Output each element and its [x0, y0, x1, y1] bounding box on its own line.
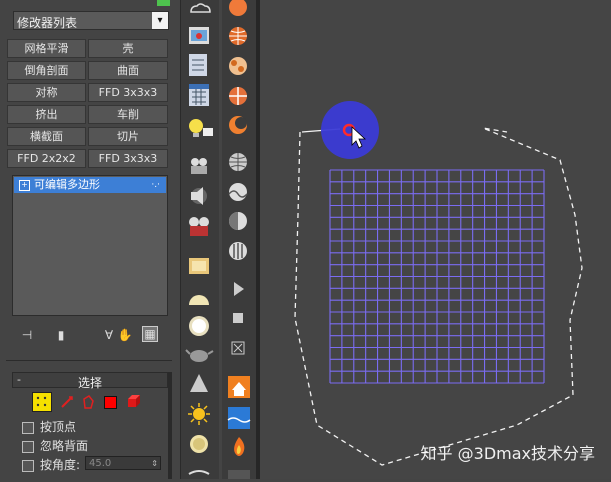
polygon-level-icon[interactable]	[104, 396, 117, 409]
checkbox-box[interactable]	[22, 440, 34, 453]
by-vertex-label: 按顶点	[40, 420, 77, 434]
lasso-selection-path	[294, 127, 583, 466]
modifier-button[interactable]: 切片	[88, 127, 168, 146]
watermark: 知乎 @3Dmax技术分享	[420, 444, 595, 463]
stop-icon[interactable]	[233, 313, 243, 323]
film-icon[interactable]	[189, 217, 209, 236]
teapot-icon[interactable]	[185, 349, 214, 362]
modifier-stack[interactable]: + 可编辑多边形 ·.·	[12, 175, 168, 316]
element-level-icon[interactable]	[124, 393, 142, 411]
globe-grey-icon[interactable]	[229, 153, 247, 171]
angle-spinner[interactable]: 45.0 ⇕	[85, 456, 161, 470]
dots-icon: ·.·	[151, 180, 160, 190]
modifier-button[interactable]: 车削	[88, 105, 168, 124]
angle-value: 45.0	[89, 458, 112, 469]
render-frame-icon[interactable]	[189, 27, 209, 44]
panel-divider	[6, 360, 172, 361]
by-angle-checkbox[interactable]: 按角度:	[22, 456, 80, 472]
vertex-level-icon[interactable]	[32, 392, 52, 412]
modifier-button[interactable]: 壳	[88, 39, 168, 58]
fire-icon[interactable]	[234, 437, 245, 456]
stack-tools: ⊣ ▮ ∀ ✋ ▦	[12, 322, 168, 350]
checkbox-box[interactable]	[22, 459, 34, 472]
modifier-button[interactable]: FFD 3x3x3	[88, 83, 168, 102]
modifier-button[interactable]: 挤出	[7, 105, 86, 124]
toolbar-create-icons	[185, 3, 214, 475]
wave-sphere-icon[interactable]	[228, 183, 248, 201]
light-bulb-icon[interactable]	[189, 119, 213, 137]
hemisphere-icon[interactable]	[189, 295, 209, 305]
half-sphere-icon[interactable]	[229, 212, 247, 230]
cloud-icon[interactable]	[190, 3, 211, 13]
modifier-list-label: 修改器列表	[17, 16, 78, 30]
modifier-button[interactable]: 横截面	[7, 127, 86, 146]
toolbar-materials-icons	[227, 0, 251, 479]
toolbar-materials	[222, 0, 256, 479]
partial-icon-2[interactable]	[228, 470, 250, 479]
configure-sets-icon[interactable]: ▦	[142, 326, 158, 342]
modifier-button[interactable]: 对称	[7, 83, 86, 102]
modifier-list-dropdown[interactable]: 修改器列表 ▾	[13, 11, 169, 30]
edge-level-icon[interactable]	[58, 393, 76, 411]
selection-rollout-header[interactable]: - 选择	[12, 372, 168, 390]
remove-modifier-icon[interactable]: ✋	[116, 326, 134, 344]
tile-sphere-icon[interactable]	[229, 87, 247, 105]
sphere-orange-icon[interactable]	[229, 0, 247, 16]
stack-item-editable-poly[interactable]: + 可编辑多边形 ·.·	[14, 177, 166, 193]
checkbox-box[interactable]	[22, 421, 34, 434]
modifier-button[interactable]: FFD 3x3x3	[88, 149, 168, 168]
by-angle-label: 按角度:	[40, 458, 81, 472]
modifier-button[interactable]: 倒角剖面	[7, 61, 86, 80]
spinner-arrows-icon[interactable]: ⇕	[151, 457, 158, 471]
bars-sphere-icon[interactable]	[229, 242, 247, 260]
modifier-button[interactable]: FFD 2x2x2	[7, 149, 86, 168]
toolbar-create	[180, 0, 219, 479]
stack-item-label: 可编辑多边形	[34, 178, 100, 191]
pin-stack-icon[interactable]: ⊣	[18, 326, 36, 344]
show-end-result-icon[interactable]: ▮	[52, 326, 70, 344]
house-icon[interactable]	[228, 376, 250, 398]
camera-icon[interactable]	[191, 158, 207, 174]
plane-grid[interactable]	[329, 169, 545, 384]
sun-icon[interactable]	[188, 403, 210, 425]
disc-icon[interactable]	[190, 435, 208, 453]
border-level-icon[interactable]	[80, 393, 98, 411]
by-vertex-checkbox[interactable]: 按顶点	[22, 418, 76, 434]
object-color-swatch[interactable]	[157, 0, 170, 6]
list-icon[interactable]	[189, 54, 207, 76]
viewport-scene[interactable]	[260, 0, 611, 479]
water-icon[interactable]	[227, 407, 251, 429]
calendar-icon[interactable]	[189, 84, 209, 106]
cursor-highlight-circle	[321, 101, 379, 159]
sphere-icon[interactable]	[189, 316, 209, 336]
play-icon[interactable]	[234, 282, 244, 296]
modifier-button[interactable]: 网格平滑	[7, 39, 86, 58]
ignore-backfacing-label: 忽略背面	[40, 439, 89, 453]
checker-sphere-icon[interactable]	[229, 57, 247, 75]
close-box-icon[interactable]	[231, 341, 245, 355]
moon-icon[interactable]	[229, 116, 247, 134]
expand-icon[interactable]: +	[19, 179, 30, 191]
box-material-icon[interactable]	[189, 258, 209, 274]
chevron-down-icon[interactable]: ▾	[152, 12, 168, 29]
panel-scrollbar[interactable]	[168, 372, 172, 479]
modifier-button[interactable]: 曲面	[88, 61, 168, 80]
ignore-backfacing-checkbox[interactable]: 忽略背面	[22, 437, 88, 453]
command-panel: 修改器列表 ▾ 网格平滑壳倒角剖面 曲面 对称 FFD 3x3x3 挤出 车削 横截面 切片 F…	[0, 0, 172, 479]
viewport[interactable]: 知乎 @3Dmax技术分享	[260, 0, 611, 479]
globe-icon[interactable]	[229, 27, 247, 45]
cone-icon[interactable]	[190, 374, 208, 392]
speaker-icon[interactable]	[191, 187, 207, 205]
partial-icon[interactable]	[188, 470, 210, 475]
selection-rollout-title: 选择	[77, 376, 102, 390]
